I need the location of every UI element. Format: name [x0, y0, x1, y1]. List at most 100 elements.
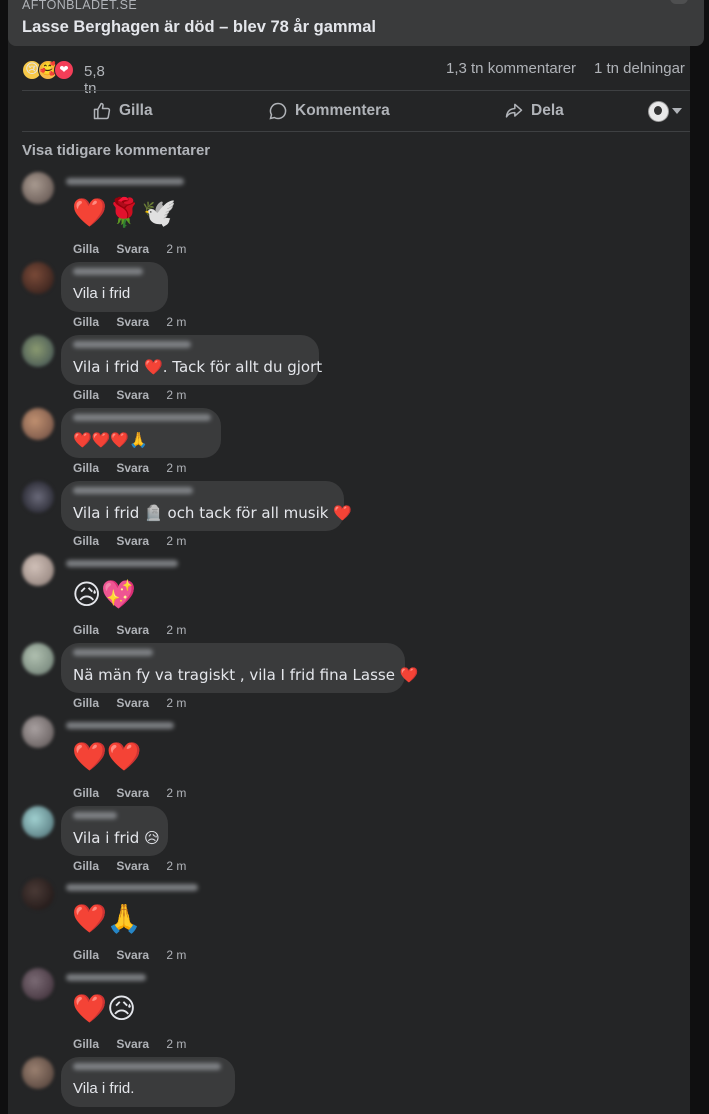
more-options-icon[interactable]	[670, 0, 688, 4]
love-reaction-icon: ❤	[54, 60, 74, 80]
avatar[interactable]	[22, 554, 54, 586]
comment-like-button[interactable]: Gilla	[73, 315, 99, 329]
commenter-name[interactable]	[66, 884, 198, 891]
commenter-name[interactable]	[73, 487, 193, 494]
comment-time[interactable]: 2 m	[166, 623, 186, 637]
comment-meta: Gilla Svara 2 m	[73, 948, 200, 962]
comment-text: Vila i frid 🪦 och tack för all musik ❤️	[73, 504, 352, 522]
chevron-down-icon	[672, 108, 682, 114]
comment-reply-button[interactable]: Svara	[116, 696, 149, 710]
share-label: Dela	[531, 102, 564, 119]
comment-time[interactable]: 2 m	[166, 948, 186, 962]
share-arrow-icon	[505, 103, 523, 118]
speech-bubble-icon	[269, 102, 287, 120]
comment-meta: Gilla Svara 2 m	[73, 534, 200, 548]
comment-reply-button[interactable]: Svara	[116, 461, 149, 475]
comment-meta: Gilla Svara 2 m	[73, 623, 200, 637]
comment-time[interactable]: 2 m	[166, 388, 186, 402]
comment-time[interactable]: 2 m	[166, 1037, 186, 1051]
profile-switcher[interactable]	[648, 92, 682, 130]
comment-bubble: Nä män fy va tragiskt , vila I frid fina…	[61, 643, 418, 693]
avatar[interactable]	[22, 172, 54, 204]
comment-reply-button[interactable]: Svara	[116, 623, 149, 637]
comment-panel	[8, 0, 690, 1114]
comment-like-button[interactable]: Gilla	[73, 859, 99, 873]
commenter-name[interactable]	[73, 649, 153, 656]
commenter-name[interactable]	[66, 178, 184, 185]
avatar[interactable]	[22, 643, 54, 675]
commenter-name[interactable]	[73, 812, 117, 819]
comment-time[interactable]: 2 m	[166, 534, 186, 548]
avatar	[648, 100, 669, 122]
divider	[22, 90, 690, 91]
comment-like-button[interactable]: Gilla	[73, 388, 99, 402]
comments-count[interactable]: 1,3 tn kommentarer	[446, 60, 576, 77]
avatar[interactable]	[22, 878, 54, 910]
comment-like-button[interactable]: Gilla	[73, 623, 99, 637]
avatar[interactable]	[22, 262, 54, 294]
commenter-name[interactable]	[66, 722, 174, 729]
comment-text: ❤️😥	[72, 992, 137, 1025]
comment-reply-button[interactable]: Svara	[116, 1037, 149, 1051]
comment-like-button[interactable]: Gilla	[73, 242, 99, 256]
comment-bubble: Vila i frid 😥	[61, 806, 168, 856]
comment-bubble: Vila i frid.	[61, 1057, 235, 1107]
comment-button[interactable]: Kommentera	[268, 92, 390, 130]
comment-text: ❤️❤️	[72, 740, 142, 773]
comment-like-button[interactable]: Gilla	[73, 948, 99, 962]
link-title[interactable]: Lasse Berghagen är död – blev 78 år gamm…	[22, 18, 376, 37]
comment-text: Nä män fy va tragiskt , vila I frid fina…	[73, 666, 419, 684]
avatar[interactable]	[22, 408, 54, 440]
comment-meta: Gilla Svara 2 m	[73, 461, 200, 475]
commenter-name[interactable]	[66, 560, 178, 567]
comment-time[interactable]: 2 m	[166, 242, 186, 256]
comment-reply-button[interactable]: Svara	[116, 786, 149, 800]
avatar[interactable]	[22, 481, 54, 513]
avatar[interactable]	[22, 716, 54, 748]
comment-like-button[interactable]: Gilla	[73, 461, 99, 475]
comment-like-button[interactable]: Gilla	[73, 1037, 99, 1051]
comment-text: 😥💖	[72, 578, 137, 611]
avatar[interactable]	[22, 335, 54, 367]
commenter-name[interactable]	[73, 414, 211, 421]
commenter-name[interactable]	[73, 341, 191, 348]
comment-text: ❤️❤️❤️🙏	[73, 431, 148, 449]
comment-meta: Gilla Svara 2 m	[73, 1037, 200, 1051]
comment-time[interactable]: 2 m	[166, 461, 186, 475]
comment-time[interactable]: 2 m	[166, 696, 186, 710]
link-preview-card[interactable]: AFTONBLADET.SE Lasse Berghagen är död – …	[8, 0, 704, 46]
comment-like-button[interactable]: Gilla	[73, 786, 99, 800]
view-earlier-comments-link[interactable]: Visa tidigare kommentarer	[22, 142, 210, 159]
comment-text: Vila i frid.	[73, 1080, 135, 1097]
comment-bubble: Vila i frid ❤️. Tack för allt du gjort	[61, 335, 323, 385]
avatar[interactable]	[22, 1057, 54, 1089]
link-domain: AFTONBLADET.SE	[22, 0, 138, 12]
avatar[interactable]	[22, 806, 54, 838]
comment-reply-button[interactable]: Svara	[116, 242, 149, 256]
comment-time[interactable]: 2 m	[166, 786, 186, 800]
comment-bubble: Vila i frid 🪦 och tack för all musik ❤️	[61, 481, 352, 531]
comment-reply-button[interactable]: Svara	[116, 388, 149, 402]
comment-bubble: ❤️❤️❤️🙏	[61, 408, 221, 458]
commenter-name[interactable]	[66, 974, 146, 981]
comment-reply-button[interactable]: Svara	[116, 948, 149, 962]
divider	[22, 131, 690, 132]
comment-time[interactable]: 2 m	[166, 859, 186, 873]
comment-text: Vila i frid ❤️. Tack för allt du gjort	[73, 358, 323, 376]
share-button[interactable]: Dela	[504, 92, 564, 130]
comment-reply-button[interactable]: Svara	[116, 534, 149, 548]
comment-meta: Gilla Svara 2 m	[73, 786, 200, 800]
comment-text: ❤️🌹🕊️	[72, 196, 177, 229]
comment-time[interactable]: 2 m	[166, 315, 186, 329]
shares-count[interactable]: 1 tn delningar	[594, 60, 685, 77]
comment-reply-button[interactable]: Svara	[116, 859, 149, 873]
like-button[interactable]: Gilla	[92, 92, 153, 130]
commenter-name[interactable]	[73, 268, 143, 275]
comment-like-button[interactable]: Gilla	[73, 696, 99, 710]
comment-meta: Gilla Svara 2 m	[73, 696, 200, 710]
comment-text: Vila i frid	[73, 285, 131, 302]
avatar[interactable]	[22, 968, 54, 1000]
comment-reply-button[interactable]: Svara	[116, 315, 149, 329]
comment-like-button[interactable]: Gilla	[73, 534, 99, 548]
commenter-name[interactable]	[73, 1063, 221, 1070]
